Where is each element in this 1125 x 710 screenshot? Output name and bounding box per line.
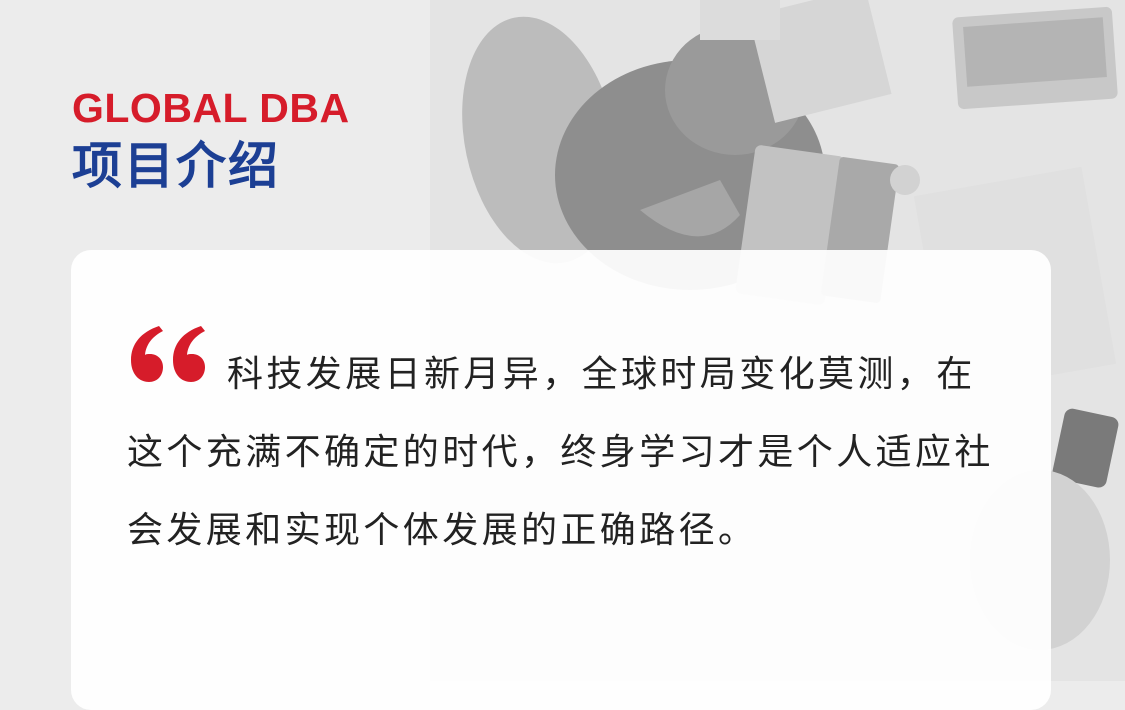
header: GLOBAL DBA 项目介绍 xyxy=(72,86,350,196)
quote-card: 科技发展日新月异，全球时局变化莫测，在这个充满不确定的时代，终身学习才是个人适应… xyxy=(71,250,1051,710)
title-en: GLOBAL DBA xyxy=(72,85,350,131)
quote-text: 科技发展日新月异，全球时局变化莫测，在这个充满不确定的时代，终身学习才是个人适应… xyxy=(127,354,994,551)
title-cn: 项目介绍 xyxy=(72,137,280,195)
